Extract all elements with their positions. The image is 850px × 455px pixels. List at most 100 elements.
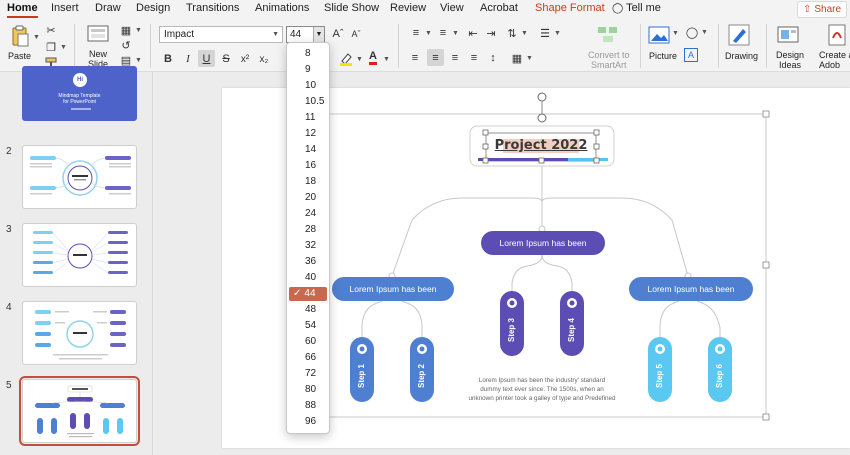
font-size-option[interactable]: 72 <box>289 367 327 381</box>
font-size-option[interactable]: 14 <box>289 143 327 157</box>
mindmap-title[interactable]: Project 2022 <box>486 135 596 157</box>
font-size-option[interactable]: 32 <box>289 239 327 253</box>
slide-thumbnail-5[interactable] <box>19 376 140 446</box>
columns-chevron-icon[interactable]: ▼ <box>554 30 561 37</box>
layout-chevron-icon[interactable]: ▼ <box>135 27 142 34</box>
font-size-option[interactable]: 36 <box>289 255 327 269</box>
font-size-option[interactable]: 88 <box>289 399 327 413</box>
slide-thumbnail-1[interactable]: Hi Mindmap Template for PowerPoint <box>22 66 137 121</box>
font-size-option[interactable]: 96 <box>289 415 327 429</box>
font-size-option[interactable]: 54 <box>289 319 327 333</box>
tab-design[interactable]: Design <box>136 2 170 14</box>
font-name-input[interactable]: Impact ▼ <box>159 26 283 43</box>
underline-icon[interactable]: U <box>198 50 215 67</box>
font-size-option[interactable]: 66 <box>289 351 327 365</box>
tab-shape-format[interactable]: Shape Format <box>535 2 605 14</box>
align-text-icon[interactable]: ▦ <box>510 51 524 65</box>
font-size-option[interactable]: 28 <box>289 223 327 237</box>
numbering-chevron-icon[interactable]: ▼ <box>452 30 459 37</box>
bullets-chevron-icon[interactable]: ▼ <box>425 30 432 37</box>
center-node-label[interactable]: Lorem Ipsum has been <box>481 231 605 255</box>
tab-view[interactable]: View <box>440 2 464 14</box>
tab-acrobat[interactable]: Acrobat <box>480 2 518 14</box>
step-4-label[interactable]: Step 4 <box>565 302 579 358</box>
strikethrough-icon[interactable]: S <box>219 52 233 66</box>
numbering-icon[interactable]: ≡ <box>435 26 451 40</box>
step-1-label[interactable]: Step 1 <box>355 348 369 404</box>
section-icon[interactable]: ▤ <box>119 54 133 67</box>
font-size-option[interactable]: 8 <box>289 47 327 61</box>
font-size-option[interactable]: 18 <box>289 175 327 189</box>
step-3-label[interactable]: Step 3 <box>505 302 519 358</box>
picture-icon[interactable] <box>648 26 670 44</box>
layout-icon[interactable]: ▦ <box>119 24 133 37</box>
section-chevron-icon[interactable]: ▼ <box>135 57 142 64</box>
font-size-option[interactable]: 9 <box>289 63 327 77</box>
acrobat-icon[interactable] <box>826 24 848 46</box>
shapes-icon[interactable]: ◯ <box>684 25 700 39</box>
bullets-icon[interactable]: ≡ <box>408 26 424 40</box>
align-left-icon[interactable]: ≡ <box>408 51 422 65</box>
picture-chevron-icon[interactable]: ▼ <box>672 30 679 37</box>
increase-font-size-icon[interactable]: Aˆ <box>330 27 346 41</box>
step-5-label[interactable]: Step 5 <box>653 348 667 404</box>
justify-icon[interactable]: ≡ <box>467 51 481 65</box>
font-size-option[interactable]: 60 <box>289 335 327 349</box>
tab-insert[interactable]: Insert <box>51 2 79 14</box>
smartart-icon[interactable] <box>596 24 620 44</box>
font-size-input[interactable]: 44 ▼ <box>286 26 325 43</box>
subscript-icon[interactable]: x₂ <box>257 52 271 66</box>
copy-icon[interactable]: ❐ <box>44 40 58 54</box>
tab-draw[interactable]: Draw <box>95 2 121 14</box>
tab-transitions[interactable]: Transitions <box>186 2 239 14</box>
share-button[interactable]: ⇧ Share <box>797 1 847 18</box>
right-node-label[interactable]: Lorem Ipsum has been <box>629 277 753 301</box>
tab-review[interactable]: Review <box>390 2 426 14</box>
decrease-font-size-icon[interactable]: Aˇ <box>348 27 364 41</box>
font-size-dropdown[interactable]: 8 9 10 10.5 11 12 14 16 18 20 24 28 32 36 40 ✓ 44 48 54 60 6… <box>286 42 330 434</box>
bold-icon[interactable]: B <box>161 52 175 66</box>
copy-chevron-icon[interactable]: ▼ <box>60 44 67 51</box>
shapes-chevron-icon[interactable]: ▼ <box>701 29 708 36</box>
tell-me-search[interactable]: ◯ Tell me <box>612 2 661 14</box>
font-size-option[interactable]: 11 <box>289 111 327 125</box>
slide-thumbnails-panel[interactable]: Hi Mindmap Template for PowerPoint 2 3 4… <box>0 66 153 455</box>
design-ideas-icon[interactable] <box>776 24 800 46</box>
slide-thumbnail-4[interactable] <box>22 301 137 365</box>
highlight-chevron-icon[interactable]: ▼ <box>356 56 363 63</box>
font-size-chevron-icon[interactable]: ▼ <box>313 27 324 42</box>
line-spacing-icon[interactable]: ⇅ <box>505 26 519 40</box>
font-color-icon[interactable]: A <box>365 50 381 66</box>
font-size-option[interactable]: 12 <box>289 127 327 141</box>
decrease-indent-icon[interactable]: ⇤ <box>466 26 480 40</box>
slide-thumbnail-2[interactable] <box>22 145 137 209</box>
font-size-option[interactable]: 20 <box>289 191 327 205</box>
align-text-chevron-icon[interactable]: ▼ <box>526 55 533 62</box>
font-size-option[interactable]: 16 <box>289 159 327 173</box>
cut-icon[interactable]: ✂ <box>44 23 58 37</box>
align-center-icon[interactable]: ≡ <box>427 49 444 66</box>
font-size-option[interactable]: ✓ 44 <box>289 287 327 301</box>
left-node-label[interactable]: Lorem Ipsum has been <box>332 277 454 301</box>
reset-icon[interactable]: ↺ <box>119 39 133 52</box>
paste-icon[interactable] <box>9 24 31 48</box>
text-box-icon[interactable]: A <box>684 48 698 62</box>
line-spacing-chevron-icon[interactable]: ▼ <box>521 30 528 37</box>
new-slide-icon[interactable] <box>86 23 112 45</box>
superscript-icon[interactable]: x² <box>238 52 252 66</box>
columns-icon[interactable]: ☰ <box>538 26 552 40</box>
step-2-label[interactable]: Step 2 <box>415 348 429 404</box>
font-size-option[interactable]: 40 <box>289 271 327 285</box>
font-color-chevron-icon[interactable]: ▼ <box>383 56 390 63</box>
drawing-icon[interactable] <box>727 24 751 46</box>
tab-animations[interactable]: Animations <box>255 2 309 14</box>
font-name-chevron-icon[interactable]: ▼ <box>272 31 279 38</box>
slide-thumbnail-3[interactable] <box>22 223 137 287</box>
tab-home[interactable]: Home <box>7 2 38 18</box>
increase-indent-icon[interactable]: ⇥ <box>484 26 498 40</box>
font-size-option[interactable]: 80 <box>289 383 327 397</box>
text-direction-icon[interactable]: ↕ <box>486 51 500 65</box>
align-right-icon[interactable]: ≡ <box>448 51 462 65</box>
italic-icon[interactable]: I <box>181 52 195 66</box>
highlight-icon[interactable] <box>338 52 354 66</box>
